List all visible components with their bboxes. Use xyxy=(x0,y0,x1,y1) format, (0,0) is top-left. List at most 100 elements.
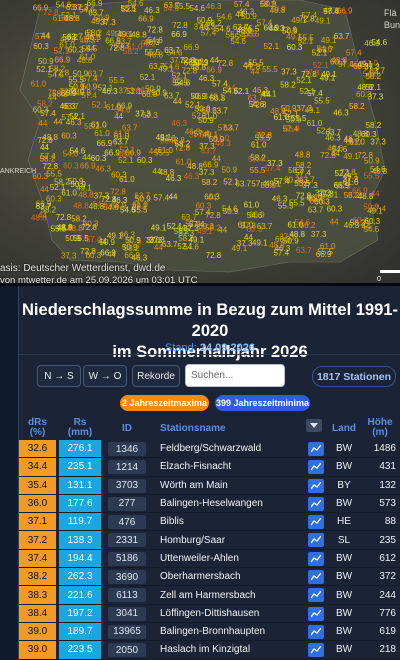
chart-icon[interactable] xyxy=(308,551,324,566)
chart-icon[interactable] xyxy=(308,588,324,603)
rs-cell: 235.1 xyxy=(59,458,101,476)
map-value-label: 49.1 xyxy=(252,239,268,248)
map-value-label: 58.2 xyxy=(37,99,53,108)
chart-icon[interactable] xyxy=(308,624,324,639)
map-value-label: 61.0 xyxy=(349,138,365,147)
season-minima-filter[interactable]: 399 Jahreszeitminima xyxy=(215,395,310,411)
station-id-cell[interactable]: 13965 xyxy=(108,624,146,639)
chart-icon[interactable] xyxy=(308,533,324,548)
station-name-cell[interactable]: Feldberg/Schwarzwald xyxy=(160,440,261,457)
map-value-label: 46.3 xyxy=(333,109,349,118)
station-id-cell[interactable]: 5186 xyxy=(108,551,146,566)
station-id-cell[interactable]: 476 xyxy=(108,515,146,530)
column-header-drs[interactable]: dRs (%) xyxy=(19,418,56,438)
map-scale-label: 0 xyxy=(377,276,381,283)
chart-icon[interactable] xyxy=(308,570,324,585)
column-header-land[interactable]: Land xyxy=(330,424,358,434)
station-id-cell[interactable]: 1346 xyxy=(108,442,146,456)
chart-icon[interactable] xyxy=(308,606,324,621)
table-row[interactable]: 36.0 177.6 277 Balingen-Heselwangen BW 573 xyxy=(19,494,400,514)
station-id-cell[interactable]: 277 xyxy=(108,496,146,511)
table-row[interactable]: 38.4 197.2 3041 Löffingen-Dittishausen BW 776 xyxy=(19,604,400,623)
hoehe-cell: 776 xyxy=(379,607,396,619)
header-unit: (m) xyxy=(372,427,388,438)
station-id-cell[interactable]: 2331 xyxy=(108,533,146,548)
chart-icon[interactable] xyxy=(308,478,324,493)
map-value-label: 49.1 xyxy=(156,133,172,142)
station-id-cell[interactable]: 6113 xyxy=(108,588,146,603)
table-row[interactable]: 38.2 262.3 3690 Oberharmersbach BW 372 xyxy=(19,568,400,587)
table-row[interactable]: 38.3 221.6 6113 Zell am Harmersbach BW 244 xyxy=(19,586,400,605)
map-value-label: 61.0 xyxy=(244,201,260,210)
map-value-label: 63.7 xyxy=(318,45,334,54)
drs-cell: 36.0 xyxy=(19,494,56,513)
map-value-label: 61.0 xyxy=(157,146,173,155)
station-name-cell[interactable]: Uttenweiler-Ahlen xyxy=(160,550,239,567)
search-input[interactable] xyxy=(185,364,285,387)
table-row[interactable]: 34.4 235.1 1214 Elzach-Fisnacht BW 431 xyxy=(19,458,400,477)
station-name-cell[interactable]: Biblis xyxy=(160,513,184,530)
chart-icon[interactable] xyxy=(308,496,324,511)
map-value-label: 66.9 xyxy=(206,66,222,75)
table-row[interactable]: 37.4 194.4 5186 Uttenweiler-Ahlen BW 612 xyxy=(19,549,400,569)
map-value-label: 46.3 xyxy=(184,172,200,181)
chart-icon[interactable] xyxy=(308,442,324,456)
hoehe-cell: 132 xyxy=(379,479,396,491)
station-table-card: Niederschlagssumme in Bezug zum Mittel 1… xyxy=(18,286,400,660)
column-header-hoehe[interactable]: Höhe (m) xyxy=(361,418,399,438)
chart-icon[interactable] xyxy=(308,643,324,658)
column-header-id[interactable]: ID xyxy=(108,424,146,434)
precipitation-map[interactable]: 37.3 44 48.8 52.1 57.4 60.3 63.7 54.6 58.2 61.0 66… xyxy=(0,0,400,283)
station-name-cell[interactable]: Wörth am Main xyxy=(160,477,228,494)
records-button[interactable]: Rekorde xyxy=(132,365,180,387)
land-cell: BW xyxy=(335,607,353,619)
station-name-cell[interactable]: Zell am Harmersbach xyxy=(160,586,256,603)
sort-dropdown-button[interactable] xyxy=(306,419,322,432)
map-value-label: 58.2 xyxy=(54,177,70,186)
column-header-station-name[interactable]: Stationsname xyxy=(160,424,226,434)
map-value-label: 50.9 xyxy=(68,177,84,186)
drs-cell: 37.1 xyxy=(19,513,56,531)
rs-cell: 138.3 xyxy=(59,531,101,549)
map-value-label: 46.3 xyxy=(192,92,208,101)
map-value-label: 61.0 xyxy=(31,80,47,89)
station-id-cell[interactable]: 3703 xyxy=(108,478,146,493)
station-name-cell[interactable]: Balingen-Bronnhaupten xyxy=(160,623,265,640)
map-value-label: 72.8 xyxy=(205,211,221,220)
stand-info: Stand: 24.09.2026 xyxy=(19,342,400,354)
station-id-cell[interactable]: 2050 xyxy=(108,643,146,658)
station-id-cell[interactable]: 3690 xyxy=(108,570,146,585)
station-name-cell[interactable]: Homburg/Saar xyxy=(160,531,225,548)
sort-north-south-button[interactable]: N → S xyxy=(37,365,81,387)
sort-west-east-button[interactable]: W → O xyxy=(83,365,127,387)
station-id-cell[interactable]: 3041 xyxy=(108,606,146,621)
map-value-label: 52.1 xyxy=(98,84,114,93)
map-value-label: 44 xyxy=(177,224,186,233)
station-id-cell[interactable]: 1214 xyxy=(108,460,146,475)
table-row[interactable]: 35.4 131.1 3703 Wörth am Main BY 132 xyxy=(19,476,400,495)
table-row[interactable]: 39.0 223.5 2050 Haslach im Kinzigtal BW 218 xyxy=(19,641,400,660)
map-value-label: 58.2 xyxy=(41,206,57,215)
rs-cell: 119.7 xyxy=(59,513,101,531)
hoehe-cell: 1486 xyxy=(373,443,396,455)
station-name-cell[interactable]: Oberharmersbach xyxy=(160,568,241,585)
chart-icon[interactable] xyxy=(308,515,324,530)
map-value-label: 54.6 xyxy=(332,145,348,154)
column-header-rs[interactable]: Rs (mm) xyxy=(59,418,101,438)
table-row[interactable]: 39.0 189.7 13965 Balingen-Bronnhaupten BW 619 xyxy=(19,622,400,642)
station-name-cell[interactable]: Löffingen-Dittishausen xyxy=(160,605,259,622)
station-name-cell[interactable]: Balingen-Heselwangen xyxy=(160,495,263,512)
table-row[interactable]: 37.2 138.3 2331 Homburg/Saar SL 235 xyxy=(19,531,400,550)
map-value-label: 66.9 xyxy=(55,56,71,65)
table-row[interactable]: 37.1 119.7 476 Biblis HE 88 xyxy=(19,513,400,532)
station-name-cell[interactable]: Elzach-Fisnacht xyxy=(160,458,231,475)
season-maxima-filter[interactable]: 2 Jahreszeitmaxima xyxy=(120,395,209,411)
station-name-cell[interactable]: Haslach im Kinzigtal xyxy=(160,641,250,658)
map-value-label: 46.3 xyxy=(344,221,360,230)
chart-icon[interactable] xyxy=(308,460,324,475)
map-value-label: 72.8 xyxy=(206,251,222,260)
hoehe-cell: 372 xyxy=(379,571,396,583)
table-row[interactable]: 32.6 276.1 1346 Feldberg/Schwarzwald BW 1486 xyxy=(19,440,400,459)
map-value-label: 44 xyxy=(169,193,178,202)
map-value-label: 44 xyxy=(210,56,219,65)
